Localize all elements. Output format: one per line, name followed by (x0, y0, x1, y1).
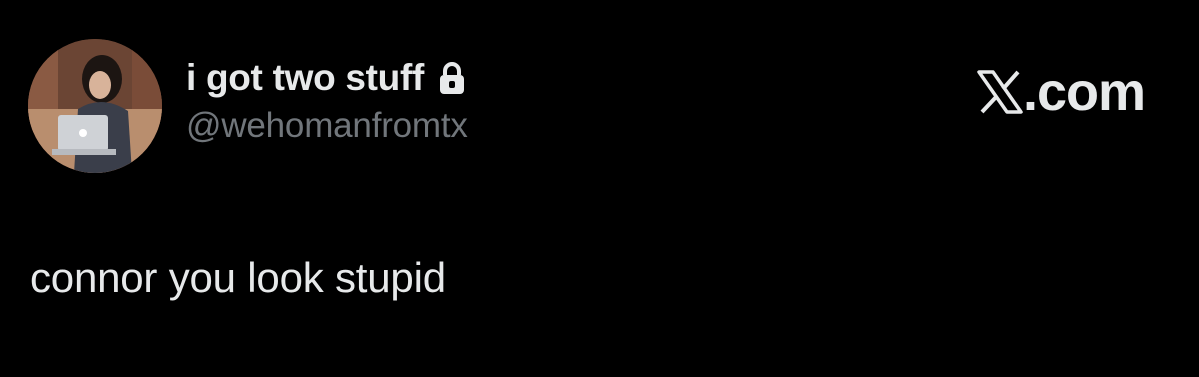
tweet-card: i got two stuff @wehomanfromtx .com conn… (0, 0, 1199, 377)
x-logo-icon (977, 69, 1023, 115)
profile-photo (28, 39, 162, 173)
lock-icon (436, 60, 468, 96)
brand-watermark: .com (977, 62, 1146, 122)
name-row: i got two stuff (186, 56, 468, 100)
tweet-text: connor you look stupid (30, 254, 446, 301)
username-handle[interactable]: @wehomanfromtx (186, 106, 468, 146)
display-name[interactable]: i got two stuff (186, 57, 424, 99)
avatar[interactable] (28, 39, 162, 173)
brand-text: .com (1022, 62, 1146, 122)
author-block: i got two stuff @wehomanfromtx (186, 56, 468, 146)
